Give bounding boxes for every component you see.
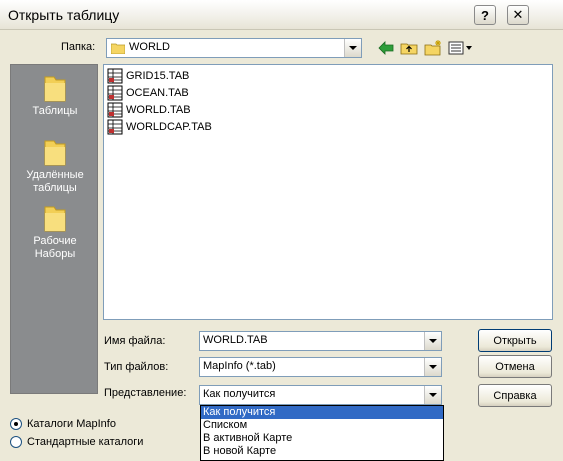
back-button[interactable] — [376, 39, 396, 57]
chevron-down-icon — [429, 339, 437, 343]
help-title-button[interactable]: ? — [474, 5, 496, 25]
place-label-line1: Таблицы — [32, 105, 78, 117]
mapinfo-table-icon — [107, 85, 123, 101]
file-name: WORLDCAP.TAB — [126, 121, 212, 133]
chevron-down-icon — [349, 46, 357, 50]
up-folder-icon — [400, 43, 418, 55]
filename-label: Имя файла: — [104, 335, 166, 347]
view-option-list[interactable]: Списком — [201, 419, 443, 432]
up-folder-button[interactable] — [399, 39, 419, 57]
radio-mapinfo-dirs[interactable]: Каталоги MapInfo — [10, 418, 116, 430]
open-button[interactable]: Открыть — [478, 329, 552, 352]
view-value: Как получится — [203, 388, 276, 400]
view-option-auto[interactable]: Как получится — [201, 406, 443, 419]
file-item-world[interactable]: WORLD.TAB — [107, 102, 191, 118]
file-list[interactable]: GRID15.TAB OCEAN.TAB WORLD.TAB WORLDCAP.… — [103, 64, 553, 320]
file-item-worldcap[interactable]: WORLDCAP.TAB — [107, 119, 212, 135]
new-folder-button[interactable] — [423, 39, 443, 57]
radio-button-selected[interactable] — [10, 418, 22, 430]
mapinfo-table-icon — [107, 102, 123, 118]
folder-icon — [44, 206, 66, 232]
view-combobox[interactable]: Как получится — [199, 385, 442, 405]
open-button-label: Открыть — [493, 334, 537, 347]
file-name: WORLD.TAB — [126, 104, 191, 116]
place-remote-tables[interactable]: Удалённые таблицы — [11, 137, 99, 195]
radio-label: Каталоги MapInfo — [27, 418, 116, 430]
close-button[interactable]: ✕ — [507, 5, 529, 25]
back-icon — [378, 41, 394, 55]
lookin-value: WORLD — [129, 41, 170, 53]
view-option-new-map[interactable]: В новой Карте — [201, 445, 443, 458]
filename-combobox[interactable]: WORLD.TAB — [199, 331, 442, 351]
folder-icon — [44, 76, 66, 102]
lookin-combobox[interactable]: WORLD — [106, 38, 362, 58]
filetype-dropdown-button[interactable] — [424, 358, 441, 376]
views-menu-icon — [448, 41, 472, 55]
view-dropdown-list[interactable]: Как получится Списком В активной Карте В… — [200, 405, 444, 461]
chevron-down-icon — [429, 365, 437, 369]
help-button[interactable]: Справка — [478, 384, 552, 407]
places-bar: Таблицы Удалённые таблицы Рабочие Наборы — [10, 64, 98, 394]
title-bar[interactable]: Открыть таблицу ? ✕ — [0, 0, 563, 30]
cancel-button-label: Отмена — [495, 360, 535, 373]
file-name: GRID15.TAB — [126, 70, 190, 82]
folder-icon — [44, 140, 66, 166]
question-icon: ? — [481, 7, 489, 23]
place-workspaces[interactable]: Рабочие Наборы — [11, 203, 99, 261]
lookin-label: Папка: — [61, 41, 95, 53]
place-tables[interactable]: Таблицы — [11, 73, 99, 118]
filename-value: WORLD.TAB — [203, 334, 268, 346]
radio-button[interactable] — [10, 436, 22, 448]
close-icon: ✕ — [512, 7, 524, 22]
mapinfo-table-icon — [107, 119, 123, 135]
place-label-line1: Удалённые — [26, 169, 84, 181]
filename-dropdown-button[interactable] — [424, 332, 441, 350]
file-item-ocean[interactable]: OCEAN.TAB — [107, 85, 189, 101]
file-item-grid15[interactable]: GRID15.TAB — [107, 68, 189, 84]
radio-label: Стандартные каталоги — [27, 436, 144, 448]
place-label-line2: Наборы — [34, 248, 76, 260]
chevron-down-icon — [429, 393, 437, 397]
help-button-label: Справка — [493, 389, 537, 402]
cancel-button[interactable]: Отмена — [478, 355, 552, 378]
mapinfo-table-icon — [107, 68, 123, 84]
place-label-line1: Рабочие — [33, 235, 77, 247]
folder-icon — [111, 43, 125, 54]
file-name: OCEAN.TAB — [126, 87, 189, 99]
filetype-combobox[interactable]: MapInfo (*.tab) — [199, 357, 442, 377]
filetype-value: MapInfo (*.tab) — [203, 360, 276, 372]
window-title: Открыть таблицу — [8, 7, 120, 23]
radio-standard-dirs[interactable]: Стандартные каталоги — [10, 436, 143, 448]
filetype-label: Тип файлов: — [104, 361, 169, 373]
views-menu-button[interactable] — [447, 39, 475, 57]
view-option-active-map[interactable]: В активной Карте — [201, 432, 443, 445]
place-label-line2: таблицы — [33, 182, 77, 194]
new-folder-icon — [424, 40, 441, 56]
lookin-label-text: Папка: — [61, 41, 96, 53]
view-dropdown-button[interactable] — [424, 386, 441, 404]
lookin-dropdown-button[interactable] — [344, 39, 361, 57]
view-label: Представление: — [104, 387, 187, 399]
